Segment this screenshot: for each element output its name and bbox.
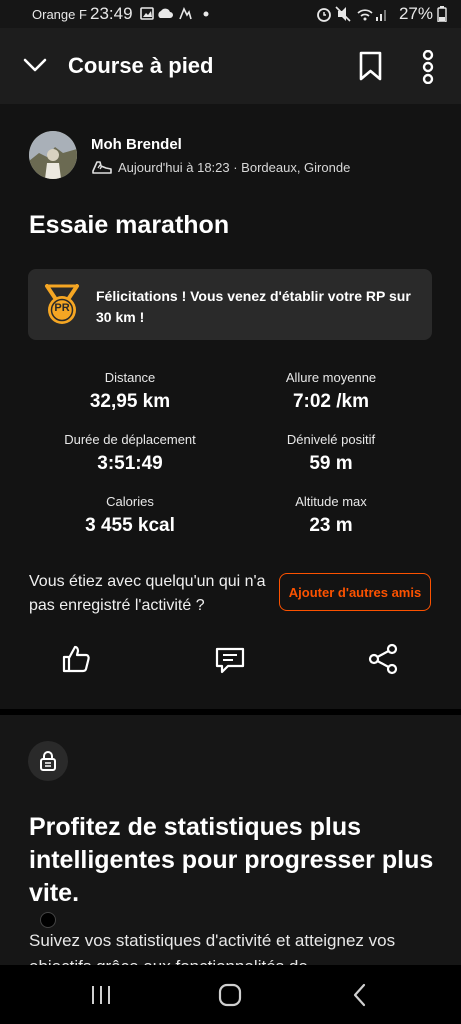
stat-value-moving-time: 3:51:49 <box>97 453 163 474</box>
comment-icon[interactable] <box>214 644 246 681</box>
promo-title: Profitez de statistiques plus intelligen… <box>29 813 434 907</box>
battery-icon <box>437 6 447 23</box>
carrier-label: Orange F <box>32 7 87 22</box>
stat-value-pace: 7:02 /km <box>292 391 370 412</box>
status-notification-icons <box>140 5 215 26</box>
running-shoe-icon <box>91 159 113 182</box>
status-bar: Orange F 23:49 27% <box>0 0 461 28</box>
pr-badge-text: PR <box>54 302 70 314</box>
stat-label-max-altitude: Altitude max <box>295 494 367 509</box>
friends-question: Vous étiez avec quelqu'un qui n'a pas en… <box>29 573 266 614</box>
stat-label-moving-time: Durée de déplacement <box>64 432 196 447</box>
more-options-icon[interactable] <box>418 49 438 89</box>
clock: 23:49 <box>90 4 133 23</box>
athlete-name[interactable]: Moh Brendel <box>91 136 182 153</box>
promo-description: Suivez vos statistiques d'activité et at… <box>29 931 396 965</box>
system-navigation-bar <box>0 965 461 1024</box>
back-icon[interactable] <box>352 983 368 1012</box>
activity-meta: Aujourd'hui à 18:23 · Bordeaux, Gironde <box>118 160 351 175</box>
stat-label-elevation-gain: Dénivelé positif <box>286 432 376 447</box>
avatar[interactable] <box>29 131 77 179</box>
pr-message: Félicitations ! Vous venez d'établir vot… <box>96 288 411 325</box>
lock-badge <box>28 741 68 781</box>
stat-label-distance: Distance <box>104 370 156 385</box>
stat-value-elevation-gain: 59 m <box>309 453 353 474</box>
stat-value-distance: 32,95 km <box>89 391 171 412</box>
stat-value-calories: 3 455 kcal <box>85 515 175 536</box>
activity-title: Essaie marathon <box>29 211 230 239</box>
recent-apps-icon[interactable] <box>90 984 112 1011</box>
touch-indicator <box>40 912 56 928</box>
app-header: Course à pied <box>0 28 461 104</box>
bookmark-icon[interactable] <box>358 50 384 87</box>
like-icon[interactable] <box>60 643 92 680</box>
stat-label-pace: Allure moyenne <box>285 370 377 385</box>
battery-percentage: 27% <box>398 4 433 23</box>
lock-icon <box>39 750 57 777</box>
stat-label-calories: Calories <box>106 494 154 509</box>
add-friends-button[interactable]: Ajouter d'autres amis <box>279 573 431 611</box>
status-system-icons <box>316 5 396 26</box>
stat-value-max-altitude: 23 m <box>309 515 353 536</box>
page-title: Course à pied <box>68 53 214 78</box>
home-icon[interactable] <box>218 983 242 1012</box>
chevron-down-icon[interactable] <box>22 56 48 79</box>
share-icon[interactable] <box>368 643 400 680</box>
